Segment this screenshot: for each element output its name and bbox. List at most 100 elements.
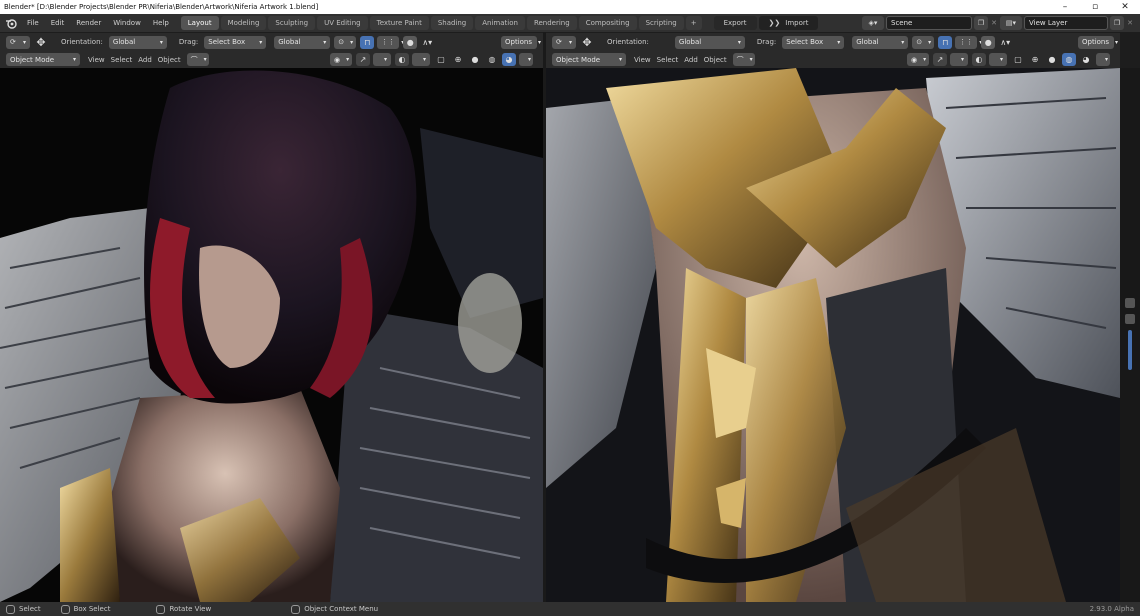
new-view-layer-icon[interactable]: ❐	[1110, 16, 1124, 30]
status-rotate-label: Rotate View	[169, 605, 212, 613]
scene-field[interactable]: Scene	[886, 16, 972, 30]
tab-uv-editing[interactable]: UV Editing	[317, 16, 368, 30]
sidebar-tab-icon[interactable]	[1125, 298, 1135, 308]
tab-scripting[interactable]: Scripting	[638, 16, 684, 30]
sidebar-tab-icon-2[interactable]	[1125, 314, 1135, 324]
navigation-scroll-icon[interactable]	[1128, 330, 1132, 370]
move-gizmo-icon[interactable]: ✥	[34, 36, 48, 49]
right-material-shading-icon[interactable]: ◍	[1062, 53, 1076, 66]
right-add-menu[interactable]: Add	[684, 56, 698, 64]
snap-target-dropdown[interactable]: ⋮⋮▾	[377, 35, 404, 49]
right-wireframe-shading-icon[interactable]: ⊕	[1028, 53, 1042, 66]
delete-view-layer-icon[interactable]: ✕	[1124, 19, 1136, 27]
right-transform-pivot-dropdown[interactable]: ⟳ ▾	[552, 35, 576, 49]
material-shading-icon[interactable]: ◍	[485, 53, 499, 66]
right-select-menu[interactable]: Select	[657, 56, 679, 64]
tab-modeling[interactable]: Modeling	[220, 16, 267, 30]
menu-render[interactable]: Render	[70, 19, 107, 27]
view-layer-selector: ▤▾ View Layer ❐ ✕	[1000, 16, 1136, 30]
menu-window[interactable]: Window	[107, 19, 147, 27]
menu-file[interactable]: File	[21, 19, 45, 27]
right-drag-dropdown[interactable]: Select Box ▾	[782, 35, 845, 49]
right-snap-target-dropdown[interactable]: ⋮⋮▾	[955, 35, 982, 49]
add-menu[interactable]: Add	[138, 56, 152, 64]
pivot-point-dropdown[interactable]: ⊙ ▾	[334, 35, 357, 49]
right-solid-shading-icon[interactable]: ●	[1045, 53, 1059, 66]
tab-compositing[interactable]: Compositing	[578, 16, 637, 30]
left-tool-header: ⟳ ▾ ✥ Orientation: Global ▾ Drag: Select B…	[0, 33, 543, 51]
shading-dropdown[interactable]: ▾	[519, 53, 533, 66]
visibility-dropdown[interactable]: ◉ ▾	[330, 53, 352, 66]
export-button[interactable]: Export	[713, 16, 757, 30]
right-overlay-toggle-icon[interactable]: ◐	[972, 53, 986, 66]
status-rotate: Rotate View	[156, 604, 212, 614]
orientation-dropdown[interactable]: Global ▾	[108, 35, 167, 49]
drag-dropdown[interactable]: Select Box ▾	[204, 35, 267, 49]
add-workspace-button[interactable]: +	[685, 16, 702, 30]
delete-scene-icon[interactable]: ✕	[988, 19, 1000, 27]
right-pivot-icon: ⟳	[556, 38, 562, 46]
overlay-toggle-icon[interactable]: ◐	[395, 53, 409, 66]
tab-layout[interactable]: Layout	[180, 16, 219, 30]
wireframe-shading-icon[interactable]: ⊕	[451, 53, 465, 66]
tab-shading[interactable]: Shading	[430, 16, 474, 30]
xray-toggle-icon[interactable]: ▢	[434, 53, 448, 66]
right-snap-toggle-icon[interactable]: ⊓	[938, 35, 953, 49]
right-mode-dropdown[interactable]: Object Mode ▾	[552, 53, 626, 66]
tab-animation[interactable]: Animation	[475, 16, 525, 30]
snap-toggle-icon[interactable]: ⊓	[360, 35, 375, 49]
right-pivot-point-dropdown[interactable]: ⊙ ▾	[912, 35, 935, 49]
gizmo-dropdown[interactable]: ▾	[373, 53, 391, 66]
right-view-menu[interactable]: View	[634, 56, 651, 64]
rendered-shading-icon[interactable]: ◕	[502, 53, 516, 66]
right-gizmo-toggle-icon[interactable]: ↗	[933, 53, 947, 66]
blender-logo-icon[interactable]	[3, 15, 19, 31]
select-menu[interactable]: Select	[111, 56, 133, 64]
import-button[interactable]: ❯❯ Import	[758, 16, 819, 30]
right-shading-dropdown[interactable]: ▾	[1096, 53, 1110, 66]
object-menu[interactable]: Object	[158, 56, 181, 64]
gizmo-toggle-icon[interactable]: ↗	[356, 53, 370, 66]
falloff-icon[interactable]: ∧▾	[420, 36, 434, 49]
right-object-sub-dropdown[interactable]: ⌒ ▾	[732, 53, 755, 66]
new-scene-icon[interactable]: ❐	[974, 16, 988, 30]
solid-shading-icon[interactable]: ●	[468, 53, 482, 66]
minimize-button[interactable]: –	[1050, 2, 1080, 12]
scene-icon[interactable]: ◈▾	[862, 16, 884, 30]
tab-sculpting[interactable]: Sculpting	[268, 16, 316, 30]
left-viewport[interactable]	[0, 68, 543, 602]
transform-pivot-dropdown[interactable]: ⟳ ▾	[6, 35, 30, 49]
right-falloff-icon[interactable]: ∧▾	[998, 36, 1012, 49]
object-sub-dropdown[interactable]: ⌒ ▾	[186, 53, 209, 66]
view-menu[interactable]: View	[88, 56, 105, 64]
view-layer-field[interactable]: View Layer	[1024, 16, 1108, 30]
maximize-button[interactable]: ▫	[1080, 2, 1110, 12]
import-label: Import	[785, 19, 809, 27]
transform-orientation-dropdown[interactable]: Global ▾	[274, 35, 331, 49]
right-rendered-shading-icon[interactable]: ◕	[1079, 53, 1093, 66]
right-orientation-dropdown[interactable]: Global ▾	[674, 35, 745, 49]
right-object-menu[interactable]: Object	[704, 56, 727, 64]
right-options-dropdown[interactable]: Options ▾	[1078, 35, 1118, 49]
mode-dropdown[interactable]: Object Mode ▾	[6, 53, 80, 66]
options-dropdown[interactable]: Options ▾	[501, 35, 541, 49]
right-viewport[interactable]	[546, 68, 1120, 602]
tab-rendering[interactable]: Rendering	[526, 16, 577, 30]
close-window-button[interactable]: ✕	[1110, 2, 1140, 12]
view-layer-icon[interactable]: ▤▾	[1000, 16, 1022, 30]
right-proportional-edit-icon[interactable]: ●	[981, 35, 996, 49]
proportional-edit-icon[interactable]: ●	[403, 35, 418, 49]
menu-edit[interactable]: Edit	[45, 19, 71, 27]
right-overlay-dropdown[interactable]: ▾	[989, 53, 1007, 66]
window-titlebar: Blender* [D:\Blender Projects\Blender PR…	[0, 0, 1140, 14]
right-xray-toggle-icon[interactable]: ▢	[1011, 53, 1025, 66]
tab-texture-paint[interactable]: Texture Paint	[369, 16, 429, 30]
menu-help[interactable]: Help	[147, 19, 175, 27]
right-visibility-dropdown[interactable]: ◉ ▾	[907, 53, 929, 66]
right-transform-orientation-dropdown[interactable]: Global ▾	[852, 35, 909, 49]
right-move-gizmo-icon[interactable]: ✥	[580, 36, 594, 49]
right-drag-value: Select Box	[786, 38, 824, 46]
overlay-dropdown[interactable]: ▾	[412, 53, 430, 66]
right-gizmo-dropdown[interactable]: ▾	[950, 53, 968, 66]
status-context: Object Context Menu	[291, 604, 378, 614]
